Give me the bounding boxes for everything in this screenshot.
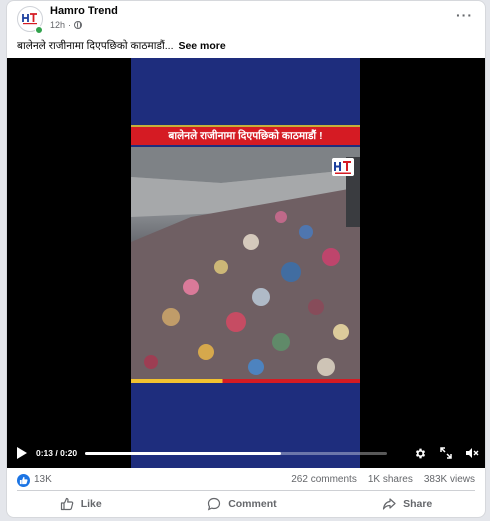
post-timestamp[interactable]: 12h bbox=[50, 20, 65, 30]
share-label: Share bbox=[403, 498, 433, 510]
settings-gear-icon[interactable] bbox=[413, 446, 427, 460]
video-headline: बालेनले राजीनामा दिएपछिको काठमाडौं ! bbox=[131, 125, 360, 145]
comment-button[interactable]: Comment bbox=[207, 497, 277, 511]
see-more-link[interactable]: See more bbox=[178, 40, 225, 52]
share-arrow-icon bbox=[382, 498, 396, 510]
shares-count[interactable]: 1K shares bbox=[368, 474, 413, 485]
more-options-icon[interactable]: ··· bbox=[456, 8, 473, 22]
page-name-link[interactable]: Hamro Trend bbox=[50, 5, 118, 17]
comments-count[interactable]: 262 comments bbox=[291, 474, 357, 485]
comment-bubble-icon bbox=[208, 497, 221, 511]
lower-third-strip bbox=[131, 379, 360, 383]
comment-label: Comment bbox=[228, 498, 277, 510]
meta-separator: · bbox=[68, 20, 72, 30]
globe-icon bbox=[74, 21, 83, 29]
post-meta: 12h · bbox=[50, 20, 83, 30]
engagement-stats: 13K 262 comments 1K shares 383K views bbox=[7, 468, 485, 492]
views-count: 383K views bbox=[423, 474, 475, 485]
fullscreen-icon[interactable] bbox=[439, 446, 453, 460]
hamro-trend-logo-icon bbox=[21, 11, 39, 25]
play-icon[interactable] bbox=[17, 447, 27, 459]
online-status-dot bbox=[35, 26, 43, 34]
video-still-garbage-street bbox=[131, 147, 360, 379]
video-controls: 0:13 / 0:20 bbox=[7, 438, 485, 468]
share-button[interactable]: Share bbox=[382, 497, 432, 511]
like-reaction-icon[interactable] bbox=[17, 474, 30, 487]
channel-logo-icon bbox=[332, 158, 354, 176]
video-player[interactable]: बालेनले राजीनामा दिएपछिको काठमाडौं ! 0:1… bbox=[7, 58, 485, 468]
like-button[interactable]: Like bbox=[60, 497, 102, 511]
video-progress-bar[interactable] bbox=[85, 451, 387, 455]
video-progress-fill bbox=[85, 451, 282, 455]
caption-text: बालेनले राजीनामा दिएपछिको काठमाडौं... bbox=[17, 40, 174, 52]
like-label: Like bbox=[80, 498, 102, 510]
video-time: 0:13 / 0:20 bbox=[36, 448, 78, 458]
video-frame: बालेनले राजीनामा दिएपछिको काठमाडौं ! bbox=[131, 58, 360, 468]
post-actions: Like Comment Share bbox=[7, 490, 485, 517]
post-header: Hamro Trend 12h · ··· bbox=[7, 1, 485, 37]
volume-muted-icon[interactable] bbox=[465, 446, 479, 460]
post-caption: बालेनले राजीनामा दिएपछिको काठमाडौं... Se… bbox=[17, 39, 226, 53]
post-card: Hamro Trend 12h · ··· बालेनले राजीनामा द… bbox=[6, 0, 486, 518]
engagement-counts: 262 comments 1K shares 383K views bbox=[291, 474, 475, 485]
likes-count[interactable]: 13K bbox=[34, 474, 52, 485]
thumbs-up-icon bbox=[60, 497, 74, 511]
